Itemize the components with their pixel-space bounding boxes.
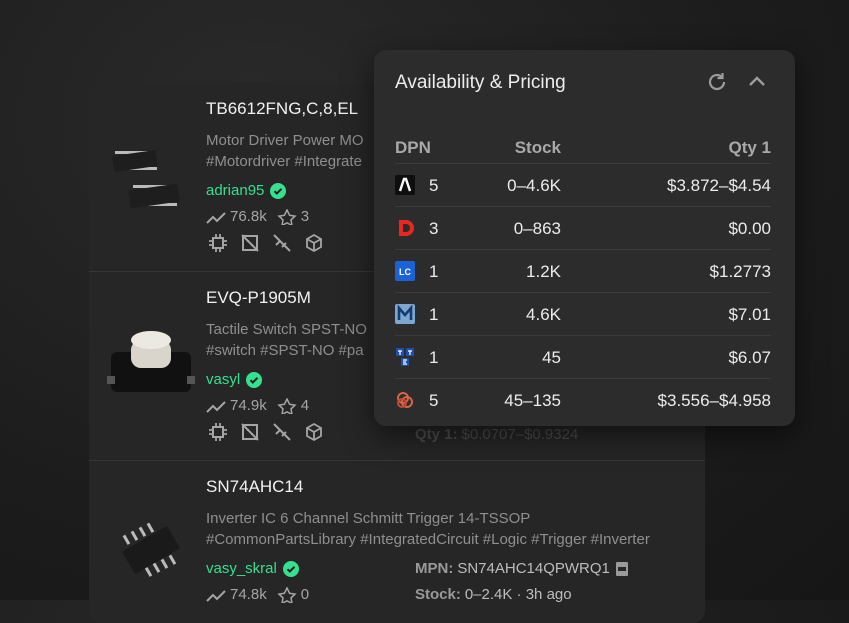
stock-value: 0–863	[513, 219, 561, 238]
trending-icon	[206, 589, 226, 602]
dpn-count: 3	[429, 219, 439, 238]
verified-icon	[270, 182, 287, 199]
trending-icon	[206, 211, 226, 224]
stock-value: 0–4.6K	[507, 176, 561, 195]
verified-icon	[282, 560, 299, 577]
chip-icon	[209, 423, 227, 441]
product-stats: 76.8k 3	[206, 208, 309, 225]
mpn-label: MPN:	[415, 560, 454, 577]
star-icon[interactable]	[277, 208, 297, 225]
mouser-logo-icon	[395, 304, 415, 324]
author-name[interactable]: vasyl	[206, 371, 240, 388]
model-availability-icons	[208, 233, 324, 253]
lcsc-logo-icon: LC	[395, 261, 415, 281]
stock-value: 45	[542, 348, 561, 367]
3d-model-icon	[306, 233, 322, 253]
price-value: $3.872–$4.54	[667, 176, 771, 195]
product-description: Motor Driver Power MO	[206, 132, 364, 149]
author-name[interactable]: vasy_skral	[206, 560, 277, 577]
pricing-row[interactable]: 5 0–4.6K $3.872–$4.54	[395, 163, 771, 207]
column-qty: Qty 1	[728, 138, 771, 157]
pricing-row[interactable]: 1 4.6K $7.01	[395, 292, 771, 336]
star-count: 4	[300, 397, 310, 414]
pdf-icon[interactable]	[614, 561, 630, 577]
price-value: $0.00	[728, 219, 771, 238]
tactile-switch-image	[107, 331, 195, 392]
dpn-count: 5	[429, 176, 439, 195]
link-off-icon	[273, 234, 291, 252]
product-name[interactable]: EVQ-P1905M	[206, 288, 311, 308]
price-value: $1.2773	[709, 262, 771, 281]
svg-text:LC: LC	[399, 267, 411, 277]
price-value: $3.556–$4.958	[657, 391, 771, 410]
column-stock: Stock	[514, 138, 561, 157]
product-name[interactable]: TB6612FNG,C,8,EL	[206, 99, 358, 119]
star-icon[interactable]	[277, 586, 297, 603]
pricing-table-header: DPN Stock Qty 1	[395, 138, 771, 162]
chip-icon	[209, 234, 227, 252]
dpn-count: 1	[429, 262, 439, 281]
stock-value: 45–135	[504, 391, 561, 410]
digikey-logo-icon	[399, 220, 414, 236]
product-card[interactable]: SN74AHC14 Inverter IC 6 Channel Schmitt …	[89, 461, 705, 623]
column-dpn: DPN	[395, 138, 431, 157]
mpn-value: SN74AHC14QPWRQ1	[457, 560, 610, 577]
product-tags: #Motordriver #Integrate	[206, 153, 362, 170]
author-name[interactable]: adrian95	[206, 182, 264, 199]
qty-label: Qty 1:	[415, 426, 458, 443]
views-count: 74.9k	[230, 397, 267, 414]
pricing-row[interactable]: 3 0–863 $0.00	[395, 206, 771, 250]
author-link[interactable]: vasyl	[206, 371, 263, 388]
mpn: MPN: SN74AHC14QPWRQ1	[415, 560, 630, 577]
views-count: 74.8k	[230, 586, 267, 603]
product-name[interactable]: SN74AHC14	[206, 477, 303, 497]
dpn-count: 1	[429, 305, 439, 324]
octopart-logo-icon	[397, 392, 413, 408]
product-description: Tactile Switch SPST-NO	[206, 321, 367, 338]
refresh-icon[interactable]	[705, 70, 729, 94]
stock-value: 4.6K	[526, 305, 561, 324]
price-value: $7.01	[728, 305, 771, 324]
qty-price: Qty 1: $0.0707–$0.9324	[415, 426, 578, 443]
tssop-ic-image	[122, 522, 180, 577]
stock-value: 0–2.4K · 3h ago	[464, 586, 572, 603]
popup-title: Availability & Pricing	[395, 72, 566, 93]
model-availability-icons	[208, 422, 324, 442]
product-stats: 74.8k 0	[206, 586, 309, 603]
qty-value: $0.0707–$0.9324	[461, 426, 579, 443]
product-description: Inverter IC 6 Channel Schmitt Trigger 14…	[206, 510, 531, 527]
tme-logo-icon	[396, 348, 414, 366]
pricing-row[interactable]: LC 1 1.2K $1.2773	[395, 249, 771, 293]
stock-info: Stock: 0–2.4K · 3h ago	[415, 586, 572, 603]
product-tags: #switch #SPST-NO #pa	[206, 342, 364, 359]
views-count: 76.8k	[230, 208, 267, 225]
chevron-up-icon[interactable]	[745, 70, 769, 94]
link-off-icon	[273, 423, 291, 441]
star-count: 0	[300, 586, 310, 603]
star-icon[interactable]	[277, 397, 297, 414]
dpn-count: 5	[429, 391, 439, 410]
pricing-row[interactable]: 5 45–135 $3.556–$4.958	[395, 378, 771, 422]
arrow-logo-icon	[395, 175, 415, 195]
trending-icon	[206, 400, 226, 413]
pricing-row[interactable]: 1 45 $6.07	[395, 335, 771, 379]
availability-pricing-popup: Availability & Pricing DPN Stock Qty 1 5…	[374, 50, 795, 426]
author-link[interactable]: adrian95	[206, 182, 287, 199]
footprint-off-icon	[241, 234, 259, 252]
product-stats: 74.9k 4	[206, 397, 309, 414]
stock-value: 1.2K	[526, 262, 561, 281]
verified-icon	[246, 371, 263, 388]
stock-label: Stock:	[415, 586, 461, 603]
author-link[interactable]: vasy_skral	[206, 560, 299, 577]
price-value: $6.07	[728, 348, 771, 367]
dpn-count: 1	[429, 348, 439, 367]
footprint-off-icon	[241, 423, 259, 441]
star-count: 3	[300, 208, 310, 225]
3d-model-icon	[306, 422, 322, 442]
tssop-chip-image	[112, 150, 180, 209]
product-tags: #CommonPartsLibrary #IntegratedCircuit #…	[206, 531, 650, 548]
